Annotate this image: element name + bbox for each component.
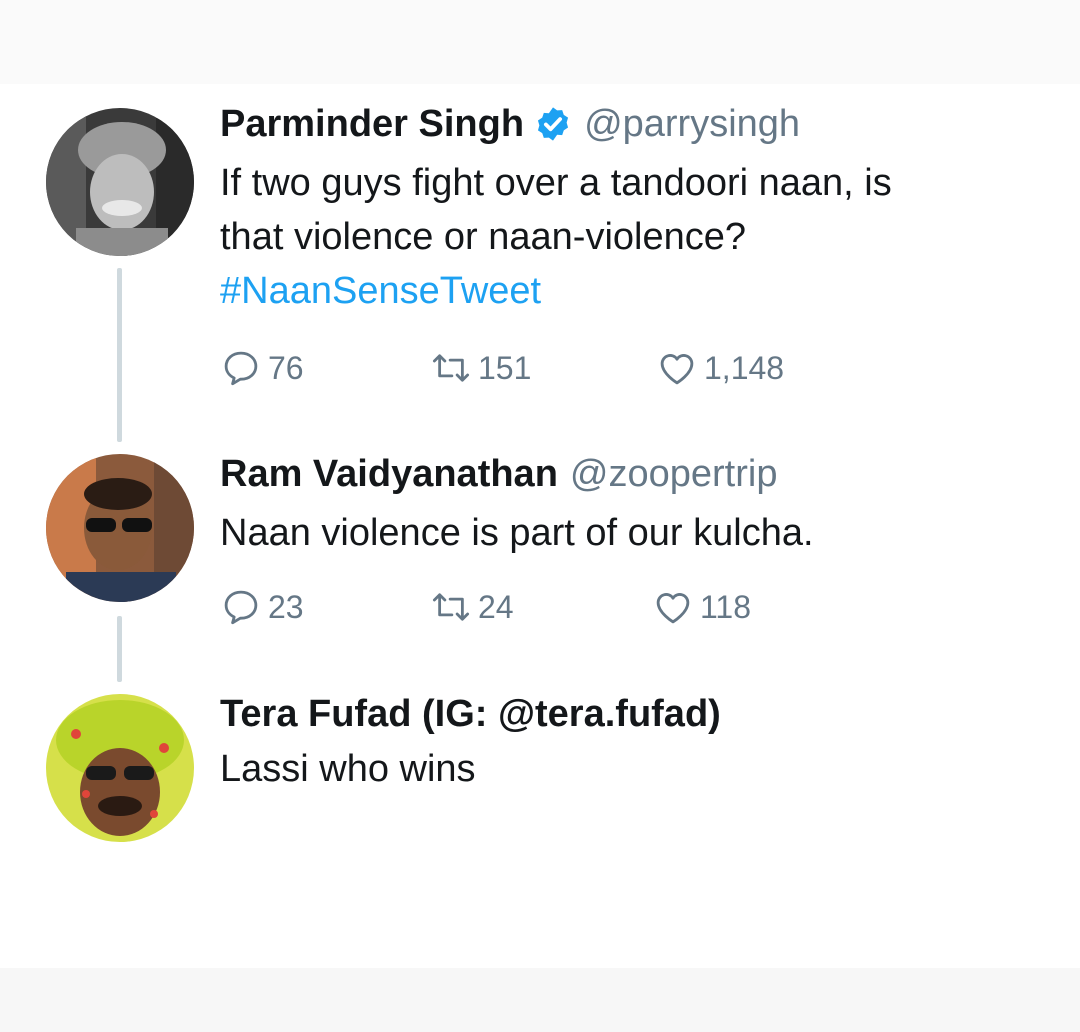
tweet-text-line-2: that violence or naan-violence? <box>220 216 747 258</box>
reply-button[interactable]: 23 <box>220 586 304 628</box>
author-handle[interactable]: @zoopertrip <box>570 450 778 498</box>
retweet-icon <box>432 593 470 621</box>
like-button[interactable]: 118 <box>652 586 751 628</box>
like-button[interactable]: 1,148 <box>656 347 784 389</box>
verified-badge-icon <box>538 107 569 141</box>
author-name[interactable]: Parminder Singh <box>220 100 524 148</box>
reply-icon <box>224 590 258 625</box>
tweet-2[interactable]: Ram Vaidyanathan @zoopertrip Naan violen… <box>220 450 1040 560</box>
tweet-header: Parminder Singh @parrysingh <box>220 100 1040 148</box>
reply-button[interactable]: 76 <box>220 347 304 389</box>
top-band <box>0 0 1080 84</box>
thread-line-2 <box>117 616 122 682</box>
tweet-header: Ram Vaidyanathan @zoopertrip <box>220 450 1040 498</box>
avatar-ram-vaidyanathan[interactable] <box>46 454 194 602</box>
tweet-1[interactable]: Parminder Singh @parrysingh If two guys … <box>220 100 1040 318</box>
reply-count: 76 <box>268 349 304 386</box>
retweet-icon <box>432 354 470 382</box>
tweet-text-line-1: If two guys fight over a tandoori naan, … <box>220 162 892 204</box>
author-name[interactable]: Tera Fufad (IG: @tera.fufad) <box>220 690 721 738</box>
avatar-tera-fufad[interactable] <box>46 694 194 842</box>
tweet-text-line-1: Naan violence is part of our kulcha. <box>220 512 814 554</box>
tweet-2-actions: 23 24 118 <box>220 585 920 629</box>
hashtag-link[interactable]: #NaanSenseTweet <box>220 264 1040 318</box>
tweet-3[interactable]: Tera Fufad (IG: @tera.fufad) Lassi who w… <box>220 690 1040 796</box>
thread-line-1 <box>117 268 122 442</box>
like-count: 1,148 <box>704 349 785 386</box>
retweet-button[interactable]: 24 <box>430 586 514 628</box>
avatar-parminder-singh[interactable] <box>46 108 194 256</box>
bottom-band <box>0 968 1080 1032</box>
tweet-1-actions: 76 151 1,148 <box>220 346 920 390</box>
like-icon <box>656 593 690 624</box>
retweet-count: 24 <box>478 588 514 625</box>
retweet-count: 151 <box>478 349 532 386</box>
author-handle[interactable]: @parrysingh <box>584 100 800 148</box>
reply-icon <box>224 351 258 386</box>
reply-count: 23 <box>268 588 304 625</box>
like-icon <box>660 354 694 385</box>
tweet-header: Tera Fufad (IG: @tera.fufad) <box>220 690 1040 738</box>
retweet-button[interactable]: 151 <box>430 347 531 389</box>
author-name[interactable]: Ram Vaidyanathan <box>220 450 558 498</box>
like-count: 118 <box>700 588 752 625</box>
tweet-text-line-1: Lassi who wins <box>220 748 476 790</box>
